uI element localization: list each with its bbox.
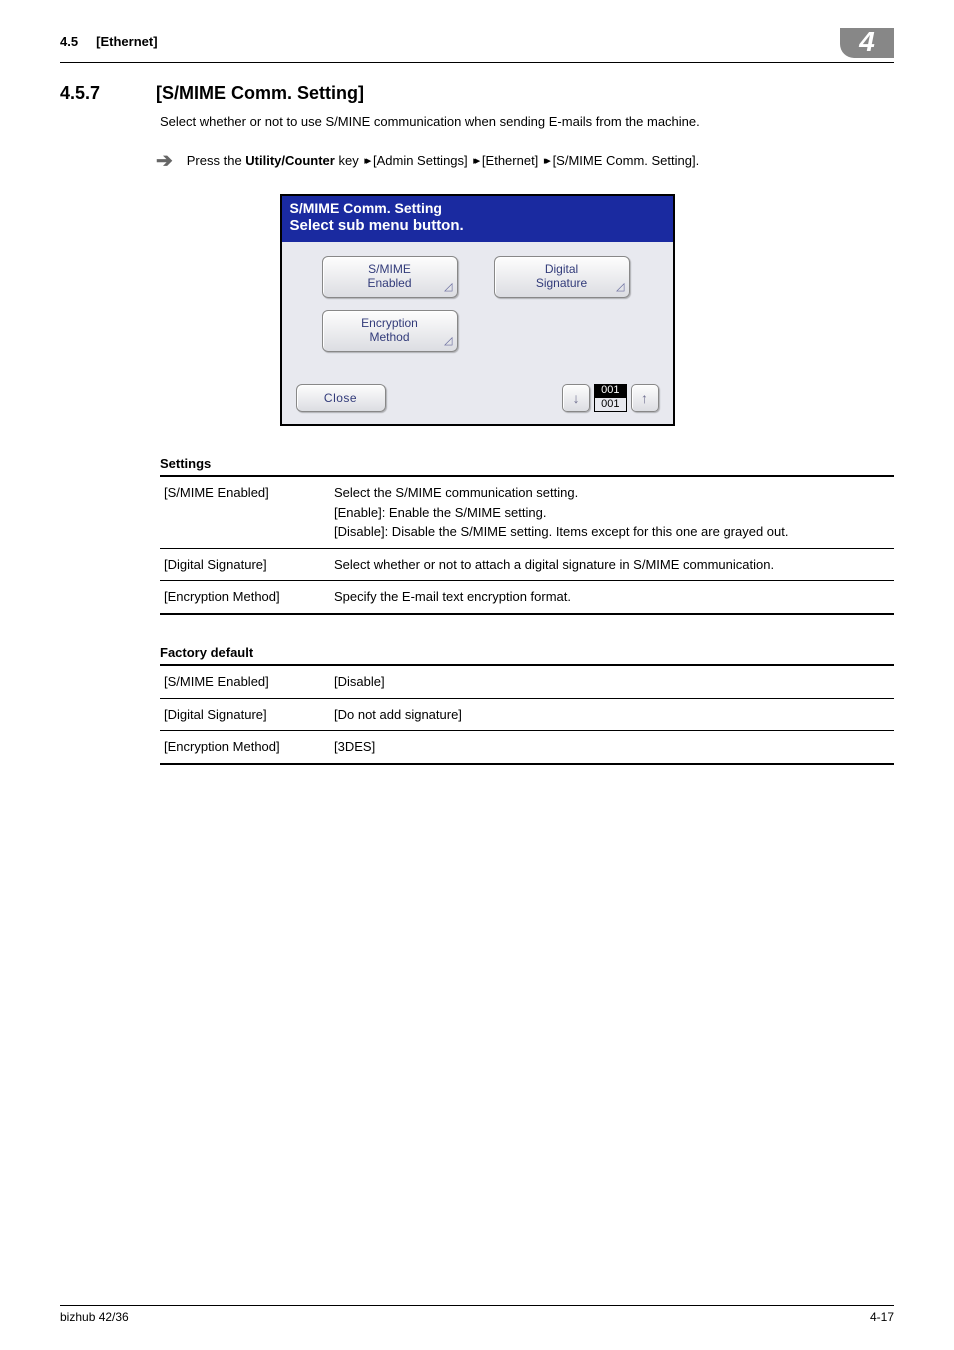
page-navigator: ↓ 001 001 ↑ [562,384,658,412]
table-row: [S/MIME Enabled] [Disable] [160,665,894,698]
intro-text: Select whether or not to use S/MINE comm… [160,112,894,132]
subsection-title: [S/MIME Comm. Setting] [156,83,364,104]
chapter-badge: 4 [840,28,894,58]
arrow-down-icon: ↓ [573,390,580,406]
breadcrumb-arrow-icon: ▸▸ [364,153,367,170]
device-screen: S/MIME Comm. Setting Select sub menu but… [280,194,675,426]
defaults-table: [S/MIME Enabled] [Disable] [Digital Sign… [160,664,894,765]
page-footer: bizhub 42/36 4-17 [60,1305,894,1324]
digital-signature-button[interactable]: Digital Signature ◿ [494,256,630,298]
table-row: [Encryption Method] [3DES] [160,731,894,764]
procedure-arrow-icon: ➔ [156,146,173,176]
device-title-line2: Select sub menu button. [290,217,665,236]
breadcrumb-arrow-icon: ▸▸ [544,153,547,170]
page-up-button[interactable]: ↑ [631,384,659,412]
arrow-up-icon: ↑ [641,390,648,406]
header-divider [60,62,894,63]
page-counter: 001 001 [594,384,626,412]
submenu-indicator-icon: ◿ [616,281,624,294]
table-row: [Digital Signature] Select whether or no… [160,548,894,581]
header-section-number: 4.5 [60,34,78,49]
breadcrumb-arrow-icon: ▸▸ [473,153,476,170]
header-section-name: [Ethernet] [96,34,157,49]
nav-instruction: Press the Utility/Counter key ▸▸ [Admin … [187,151,699,171]
footer-page-number: 4-17 [870,1310,894,1324]
page-down-button[interactable]: ↓ [562,384,590,412]
submenu-indicator-icon: ◿ [444,281,452,294]
device-titlebar: S/MIME Comm. Setting Select sub menu but… [282,196,673,242]
table-row: [Digital Signature] [Do not add signatur… [160,698,894,731]
defaults-table-title: Factory default [160,643,894,663]
table-row: [Encryption Method] Specify the E-mail t… [160,581,894,614]
device-title-line1: S/MIME Comm. Setting [290,200,665,218]
subsection-number: 4.5.7 [60,83,128,104]
settings-table: [S/MIME Enabled] Select the S/MIME commu… [160,475,894,615]
footer-model: bizhub 42/36 [60,1310,129,1324]
encryption-method-button[interactable]: Encryption Method ◿ [322,310,458,352]
table-row: [S/MIME Enabled] Select the S/MIME commu… [160,476,894,548]
page-header: 4.5 [Ethernet] 4 [60,28,894,58]
submenu-indicator-icon: ◿ [444,335,452,348]
settings-table-title: Settings [160,454,894,474]
close-button[interactable]: Close [296,384,386,412]
smime-enabled-button[interactable]: S/MIME Enabled ◿ [322,256,458,298]
